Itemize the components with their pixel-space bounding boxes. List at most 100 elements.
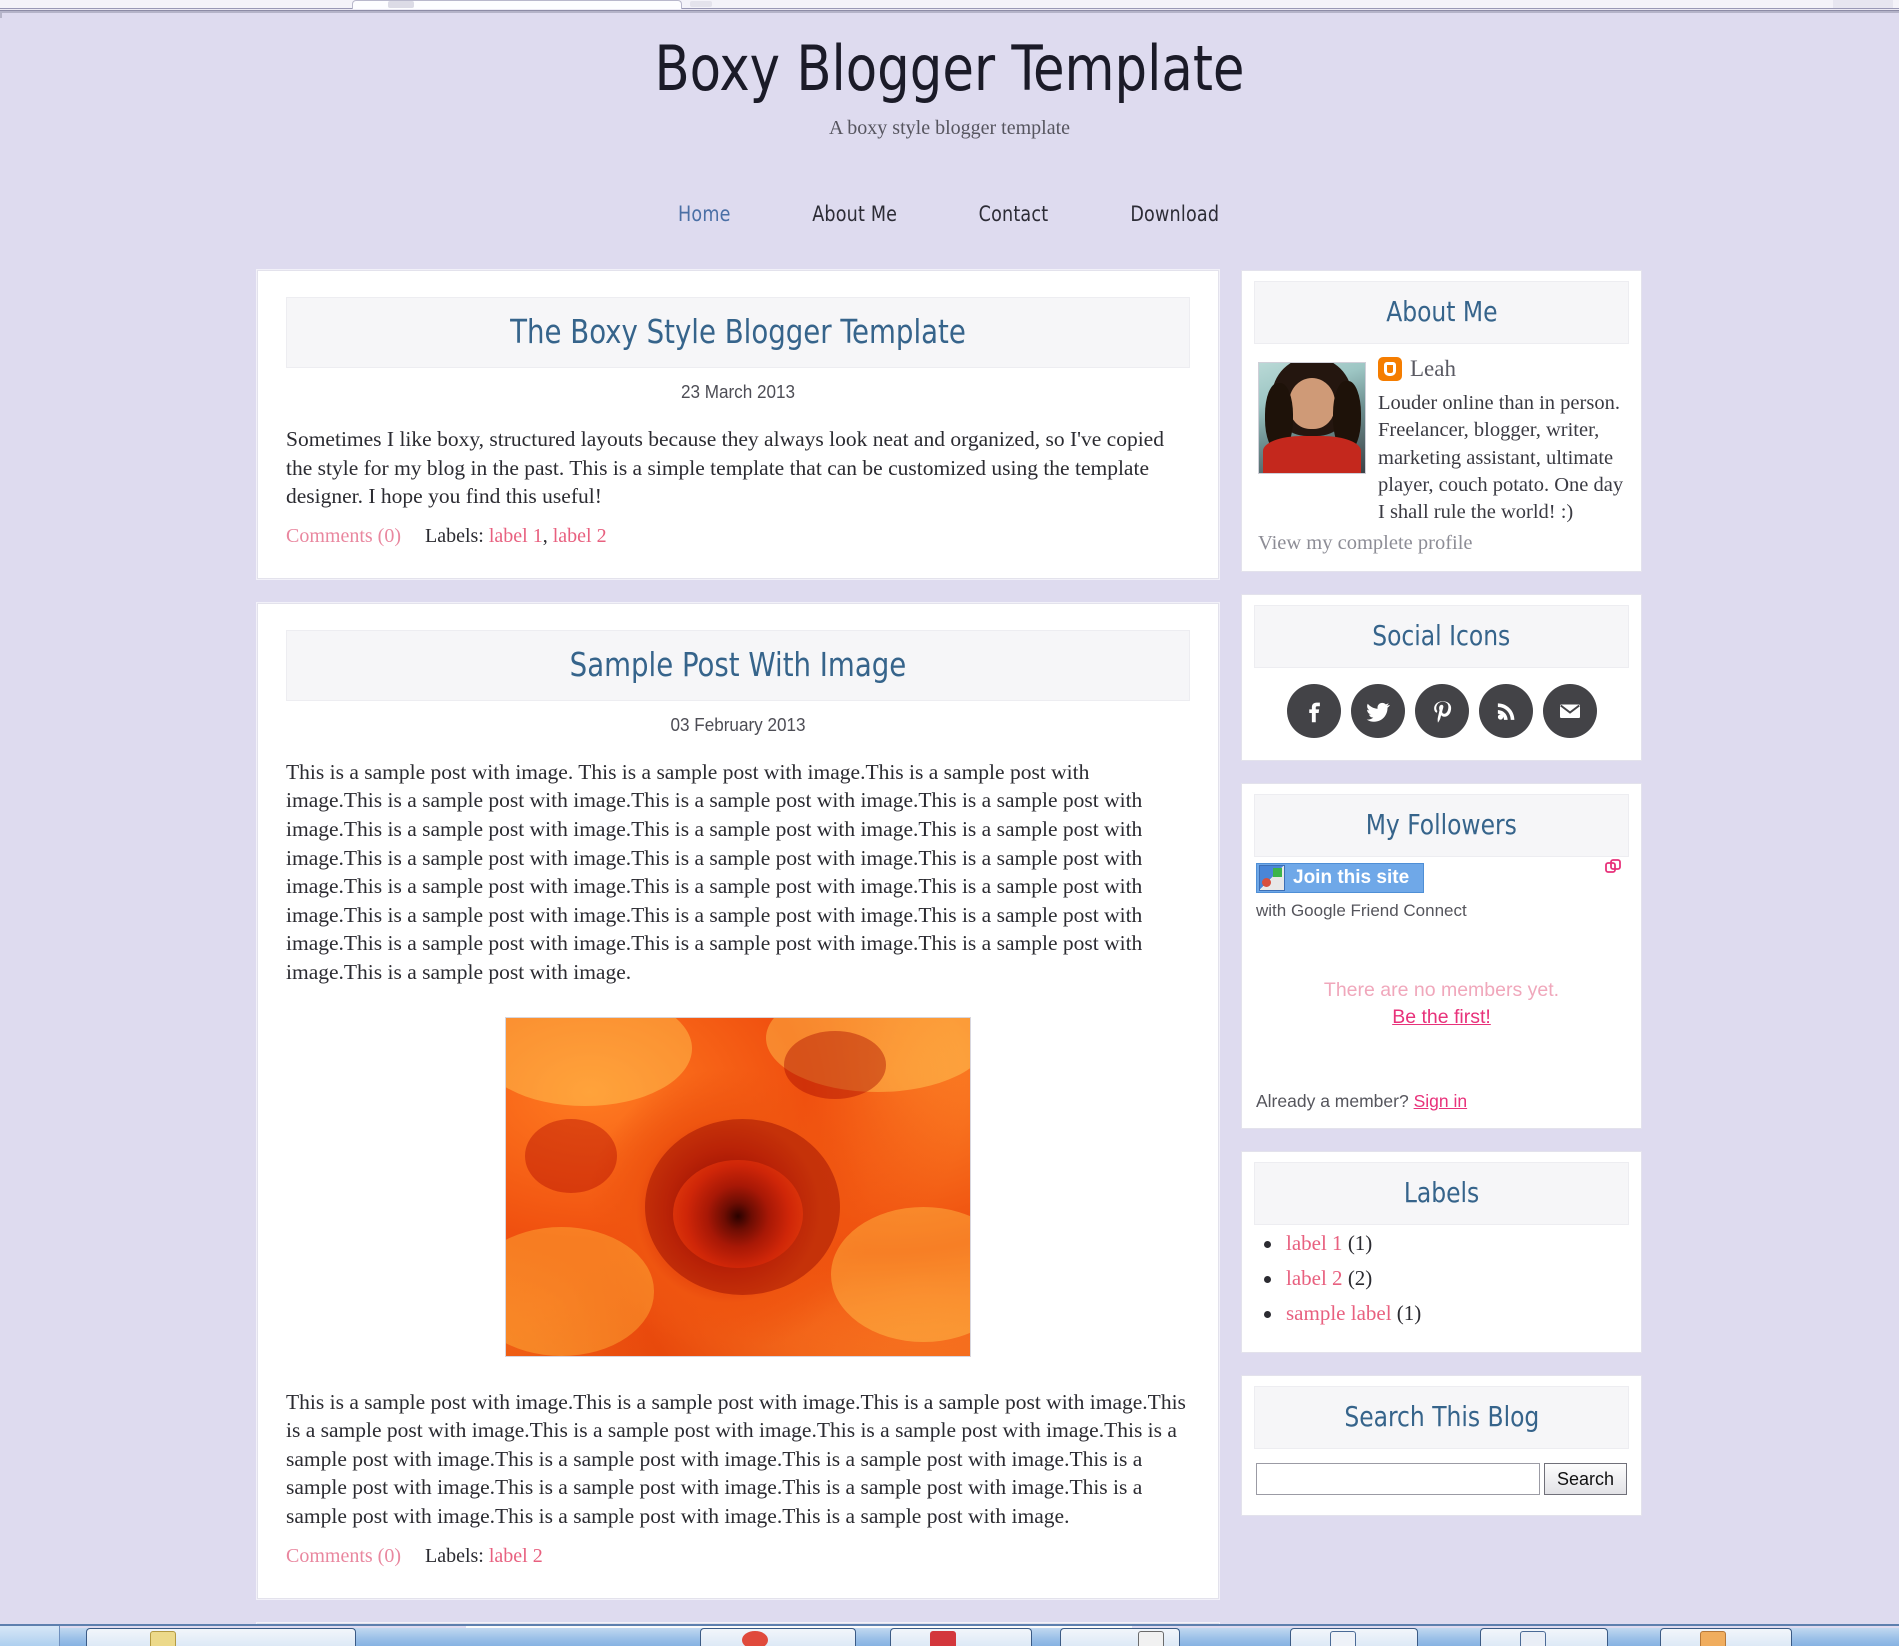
nav-item-contact[interactable]: Contact xyxy=(979,202,1049,226)
browser-chrome xyxy=(0,0,1899,18)
widget-header: Search This Blog xyxy=(1254,1386,1629,1450)
author-name: Leah xyxy=(1410,356,1456,382)
facebook-icon[interactable] xyxy=(1286,684,1341,739)
post-image-link[interactable] xyxy=(505,1016,971,1361)
search-input[interactable] xyxy=(1256,1463,1540,1496)
widget-header: Labels xyxy=(1254,1162,1629,1226)
widget-about-me: About Me Leah Louder online than in pers… xyxy=(1241,270,1642,573)
label-link[interactable]: sample label xyxy=(1286,1301,1392,1325)
nav-item-download[interactable]: Download xyxy=(1131,202,1220,226)
blog-header: Boxy Blogger Template A boxy style blogg… xyxy=(0,18,1899,140)
page-subtitle: A boxy style blogger template xyxy=(828,117,1071,140)
flower-center xyxy=(673,1159,803,1268)
post-footer: Comments (0) Labels: label 2 xyxy=(286,1545,1190,1568)
page-title: Boxy Blogger Template xyxy=(654,32,1245,105)
browser-tab-strip xyxy=(0,0,1899,9)
content-columns: The Boxy Style Blogger Template 23 March… xyxy=(257,270,1642,1624)
taskbar-item[interactable] xyxy=(700,1628,856,1646)
label-count: (1) xyxy=(1347,1231,1373,1256)
post-date: 23 March 2013 xyxy=(680,382,796,403)
post-title-link[interactable]: The Boxy Style Blogger Template xyxy=(510,312,966,351)
list-item: sample label (1) xyxy=(1260,1301,1629,1326)
followers-empty-state: There are no members yet. Be the first! xyxy=(1256,979,1627,1029)
post-date: 03 February 2013 xyxy=(670,714,806,735)
twitter-icon[interactable] xyxy=(1350,684,1405,739)
sign-in-link[interactable]: Sign in xyxy=(1414,1091,1468,1111)
join-button-label: Join this site xyxy=(1293,867,1410,889)
start-button[interactable] xyxy=(0,1626,60,1646)
post-header: Sample Post With Image xyxy=(286,629,1190,701)
widget-header: Social Icons xyxy=(1254,605,1629,669)
widget-search: Search This Blog Search xyxy=(1241,1375,1642,1517)
search-button[interactable]: Search xyxy=(1543,1463,1627,1496)
widget-title: Labels xyxy=(1403,1176,1480,1210)
window-icon xyxy=(1520,1631,1546,1646)
page-viewport: Boxy Blogger Template A boxy style blogg… xyxy=(0,18,1899,1624)
gfc-expand-icon[interactable] xyxy=(1603,857,1623,877)
google-friend-connect-icon xyxy=(1259,865,1285,892)
widget-header: My Followers xyxy=(1254,794,1629,858)
app-icon xyxy=(1138,1631,1164,1646)
list-item: label 1 (1) xyxy=(1260,1231,1629,1256)
social-icons-row xyxy=(1254,668,1629,744)
widget-followers: My Followers Join this site with Google … xyxy=(1241,783,1642,1130)
widget-title: My Followers xyxy=(1365,808,1518,842)
nav-item-about-me[interactable]: About Me xyxy=(812,202,897,226)
window-icon xyxy=(1330,1631,1356,1646)
pinterest-icon[interactable] xyxy=(1414,684,1469,739)
list-item: label 2 (2) xyxy=(1260,1266,1629,1291)
widget-labels: Labels label 1 (1) label 2 (2) sample la… xyxy=(1241,1151,1642,1354)
app-icon xyxy=(1700,1631,1726,1646)
gfc-subtitle: with Google Friend Connect xyxy=(1256,901,1467,921)
post-image-wrapper xyxy=(286,1016,1190,1362)
join-this-site-button[interactable]: Join this site xyxy=(1256,863,1425,894)
post-header: The Boxy Style Blogger Template xyxy=(286,297,1190,369)
post-comments-link[interactable]: Comments (0) xyxy=(286,1545,401,1567)
search-form: Search xyxy=(1254,1449,1629,1499)
post-comments-link[interactable]: Comments (0) xyxy=(286,525,401,547)
google-friend-connect: Join this site with Google Friend Connec… xyxy=(1254,857,1629,1112)
label-link[interactable]: label 2 xyxy=(1286,1266,1343,1290)
post-footer: Comments (0) Labels: label 1, label 2 xyxy=(286,525,1190,548)
taskbar-item[interactable] xyxy=(1660,1628,1792,1646)
taskbar-item[interactable] xyxy=(890,1628,1032,1646)
main-navigation: Home About Me Contact Download xyxy=(0,202,1899,226)
label-count: (1) xyxy=(1396,1301,1422,1326)
post-body: Sometimes I like boxy, structured layout… xyxy=(286,427,1164,509)
email-icon[interactable] xyxy=(1542,684,1597,739)
post-title-link[interactable]: Sample Post With Image xyxy=(570,645,907,684)
widget-title: About Me xyxy=(1385,295,1498,329)
taskbar-item[interactable] xyxy=(86,1628,356,1646)
widget-title: Search This Blog xyxy=(1344,1400,1539,1434)
no-members-text: There are no members yet. xyxy=(1323,979,1560,1002)
windows-taskbar xyxy=(0,1624,1899,1646)
browser-window-controls[interactable] xyxy=(1833,0,1893,8)
main-content-column: The Boxy Style Blogger Template 23 March… xyxy=(257,270,1219,1624)
post-body: This is a sample post with image. This i… xyxy=(286,759,1143,985)
post-label-link[interactable]: label 2 xyxy=(553,525,607,547)
already-member-text: Already a member? xyxy=(1256,1091,1409,1112)
widget-body: Leah Louder online than in person. Freel… xyxy=(1254,344,1629,555)
view-profile-link[interactable]: View my complete profile xyxy=(1258,532,1625,555)
author-bio: Louder online than in person. Freelancer… xyxy=(1378,392,1624,524)
browser-tab-close-icon[interactable] xyxy=(690,1,712,7)
post-labels-label: Labels: xyxy=(425,524,484,547)
be-the-first-link[interactable]: Be the first! xyxy=(1392,1006,1491,1029)
app-icon xyxy=(742,1631,768,1646)
blogger-logo-icon xyxy=(1378,357,1402,382)
post-label-link[interactable]: label 1 xyxy=(489,525,543,547)
blog-page: Boxy Blogger Template A boxy style blogg… xyxy=(0,18,1899,1624)
post-label-link[interactable]: label 2 xyxy=(489,1545,543,1567)
label-count: (2) xyxy=(1347,1266,1373,1291)
labels-list: label 1 (1) label 2 (2) sample label (1) xyxy=(1254,1225,1629,1326)
label-link[interactable]: label 1 xyxy=(1286,1231,1343,1255)
label-separator: , xyxy=(542,524,553,547)
rss-icon[interactable] xyxy=(1478,684,1533,739)
avatar xyxy=(1258,362,1366,475)
widget-header: About Me xyxy=(1254,281,1629,345)
nav-item-home[interactable]: Home xyxy=(678,202,731,226)
post-body-continued: This is a sample post with image.This is… xyxy=(286,1389,1186,1528)
sidebar: About Me Leah Louder online than in pers… xyxy=(1241,270,1642,1538)
folder-icon xyxy=(150,1631,176,1646)
flower-photo xyxy=(505,1016,971,1357)
